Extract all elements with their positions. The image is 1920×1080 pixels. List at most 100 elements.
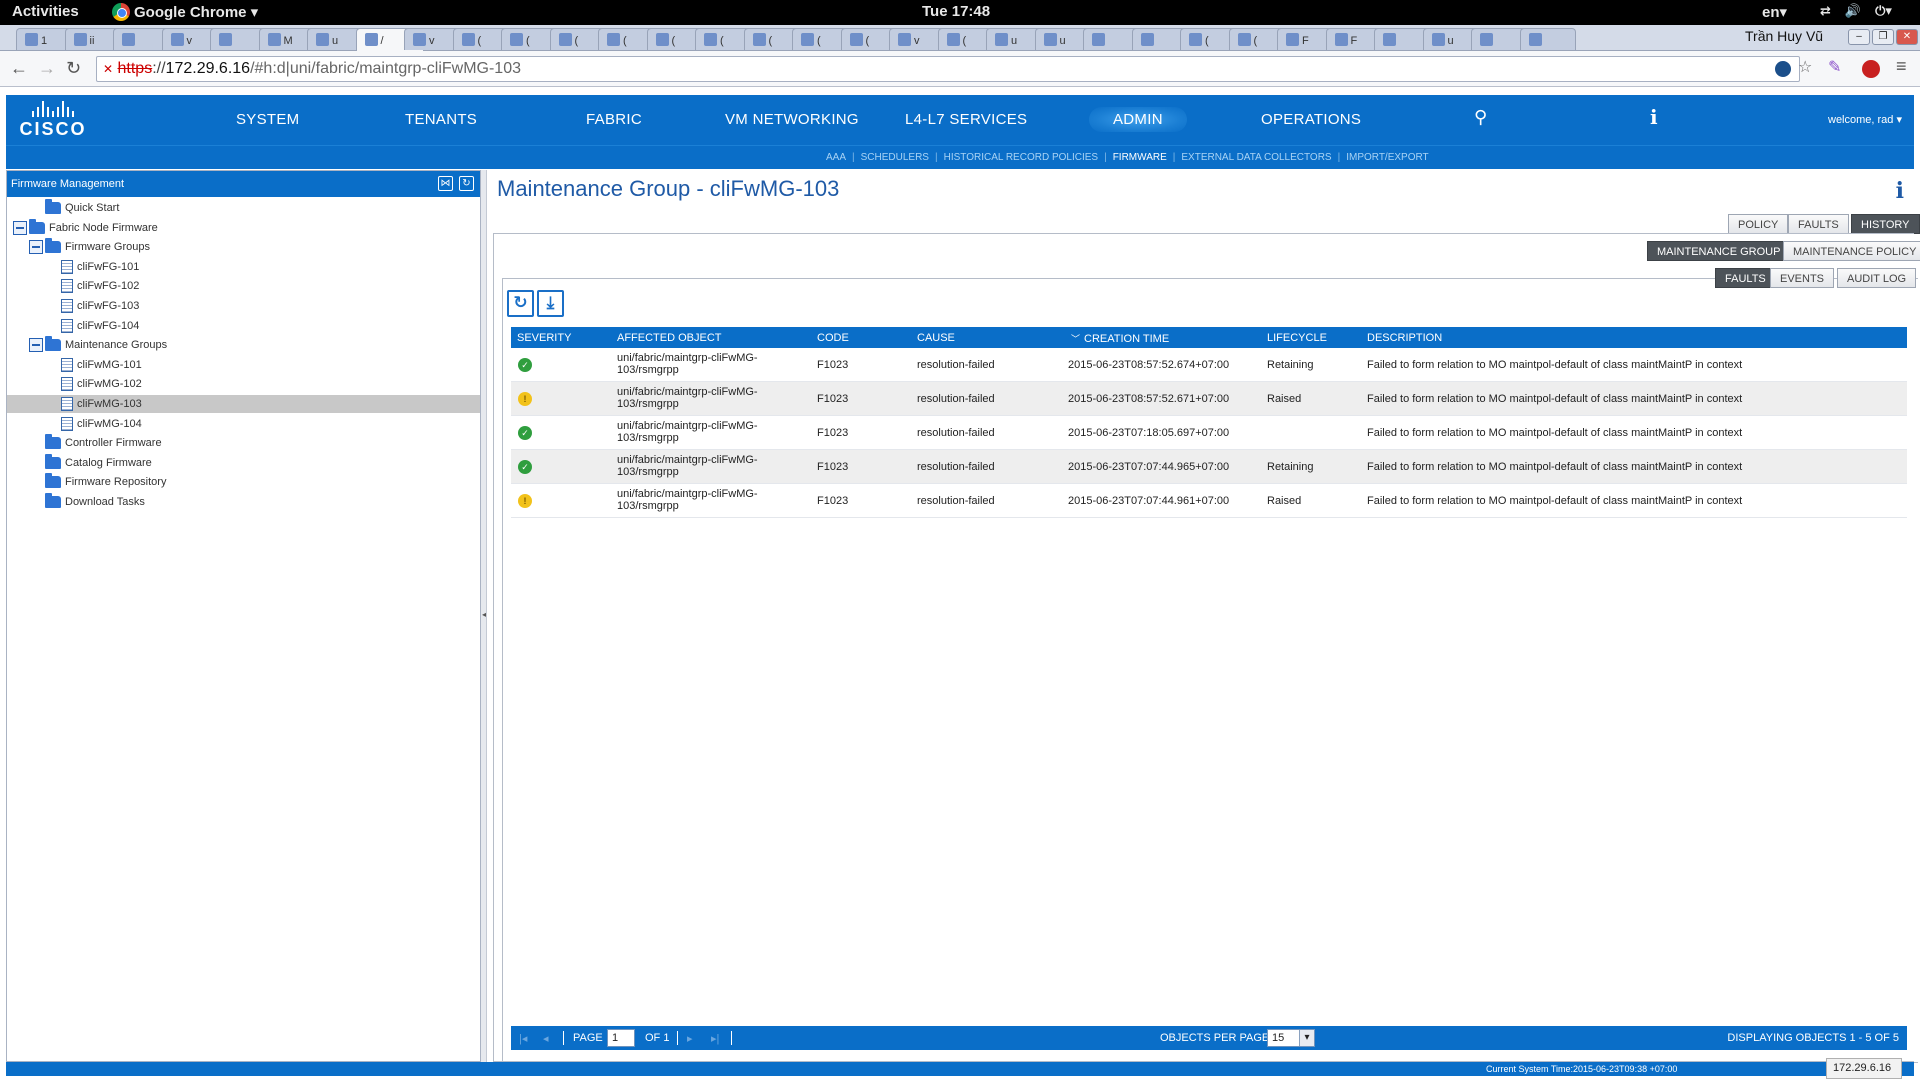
tab-maintenance-group[interactable]: MAINTENANCE GROUP (1647, 241, 1791, 261)
tree-item[interactable]: cliFwFG-104 (61, 317, 139, 335)
table-row[interactable]: ✓ uni/fabric/maintgrp-cliFwMG-103/rsmgrpp… (511, 416, 1907, 450)
extension-ip-icon[interactable] (1775, 61, 1791, 77)
tab-events[interactable]: EVENTS (1770, 268, 1835, 288)
nav-tenants[interactable]: TENANTS (405, 111, 477, 128)
extension-record-icon[interactable] (1862, 60, 1880, 78)
minimize-icon[interactable]: – (1848, 29, 1870, 45)
next-page-icon[interactable]: ▸ (687, 1032, 693, 1045)
prev-page-icon[interactable]: ◂ (543, 1032, 549, 1045)
tree-item[interactable]: Firmware Groups (29, 238, 150, 256)
volume-icon[interactable]: 🔊 (1845, 3, 1861, 19)
collapse-arrow-icon[interactable]: ◂ (482, 610, 486, 619)
browser-tab[interactable] (1083, 28, 1139, 50)
browser-tab[interactable] (1519, 28, 1576, 50)
clock[interactable]: Tue 17:48 (922, 3, 990, 20)
forward-arrow-icon[interactable]: → (38, 58, 56, 79)
back-arrow-icon[interactable]: ← (10, 58, 28, 79)
tree-item[interactable]: cliFwMG-103 (7, 395, 480, 413)
insecure-icon[interactable]: ✕ (103, 62, 113, 76)
browser-tab[interactable] (210, 28, 266, 50)
browser-tab[interactable]: ( (695, 28, 751, 50)
tree-item[interactable]: cliFwFG-103 (61, 297, 139, 315)
browser-tab[interactable]: ( (501, 28, 557, 50)
nav-fabric[interactable]: FABRIC (586, 111, 642, 128)
tree-item[interactable]: Quick Start (45, 199, 119, 217)
browser-tab[interactable]: ( (792, 28, 848, 50)
restore-icon[interactable]: ❐ (1872, 29, 1894, 45)
page-info-icon[interactable]: i (1896, 178, 1904, 204)
table-row[interactable]: ✓ uni/fabric/maintgrp-cliFwMG-103/rsmgrpp… (511, 348, 1907, 382)
reload-icon[interactable]: ↻ (66, 58, 81, 79)
power-icon[interactable]: ⏻▾ (1875, 3, 1892, 19)
col-lifecycle[interactable]: LIFECYCLE (1267, 332, 1327, 344)
col-cause[interactable]: CAUSE (917, 332, 955, 344)
col-code[interactable]: CODE (817, 332, 849, 344)
app-menu[interactable]: Google Chrome ▾ (112, 3, 258, 21)
tree-item[interactable]: cliFwMG-101 (61, 356, 142, 374)
system-tray[interactable]: ⇄ 🔊 ⏻▾ (1820, 3, 1892, 19)
browser-tab[interactable]: ( (1180, 28, 1236, 50)
col-description[interactable]: DESCRIPTION (1367, 332, 1442, 344)
subnav-firmware[interactable]: FIRMWARE (1113, 152, 1167, 163)
browser-tab[interactable]: u (986, 28, 1042, 50)
table-row[interactable]: ✓ uni/fabric/maintgrp-cliFwMG-103/rsmgrpp… (511, 450, 1907, 484)
tab-policy[interactable]: POLICY (1728, 214, 1789, 234)
page-number-input[interactable]: 1 (607, 1029, 635, 1047)
tree-item[interactable]: Firmware Repository (45, 473, 166, 491)
collapse-toggle-icon[interactable] (29, 338, 43, 353)
tree-item[interactable]: cliFwMG-104 (61, 415, 142, 433)
nav-l4-l7-services[interactable]: L4-L7 SERVICES (905, 111, 1027, 128)
nav-system[interactable]: SYSTEM (236, 111, 299, 128)
last-page-icon[interactable]: ▸| (711, 1032, 719, 1045)
subnav-aaa[interactable]: AAA (826, 152, 846, 163)
tree-item[interactable]: Maintenance Groups (29, 336, 167, 354)
nav-vm-networking[interactable]: VM NETWORKING (725, 111, 859, 128)
table-row[interactable]: ! uni/fabric/maintgrp-cliFwMG-103/rsmgrpp… (511, 484, 1907, 518)
tree-item[interactable]: Controller Firmware (45, 434, 162, 452)
tab-history[interactable]: HISTORY (1851, 214, 1920, 234)
browser-tab[interactable]: F (1277, 28, 1333, 50)
collapse-toggle-icon[interactable] (29, 240, 43, 255)
browser-tab[interactable] (1471, 28, 1527, 50)
browser-tab[interactable] (113, 28, 169, 50)
browser-profile-name[interactable]: Trần Huy Vũ (1745, 28, 1823, 44)
close-icon[interactable]: ✕ (1896, 29, 1918, 45)
table-row[interactable]: ! uni/fabric/maintgrp-cliFwMG-103/rsmgrpp… (511, 382, 1907, 416)
bookmark-star-icon[interactable]: ☆ (1798, 57, 1812, 77)
browser-tab[interactable] (1374, 28, 1430, 50)
tree-item[interactable]: cliFwFG-101 (61, 258, 139, 276)
nav-admin[interactable]: ADMIN (1089, 107, 1187, 132)
keyboard-layout-menu[interactable]: en▾ (1762, 3, 1787, 21)
col-affected-object[interactable]: AFFECTED OBJECT (617, 332, 722, 344)
network-icon[interactable]: ⇄ (1820, 3, 1831, 19)
nav-operations[interactable]: OPERATIONS (1261, 111, 1361, 128)
browser-tab[interactable]: ( (598, 28, 654, 50)
pane-splitter[interactable]: ◂ (481, 170, 487, 1062)
browser-tab[interactable]: u (307, 28, 363, 50)
cisco-logo[interactable]: CISCO (18, 101, 88, 141)
download-icon[interactable]: ⤓ (537, 290, 564, 317)
objects-per-page-select[interactable]: 15 (1267, 1029, 1315, 1047)
search-icon[interactable]: ⚲ (1474, 107, 1487, 128)
help-info-icon[interactable]: i (1650, 105, 1658, 129)
col-creation-time[interactable]: ﹀ CREATION TIME (1071, 332, 1169, 345)
collapse-toggle-icon[interactable] (13, 220, 27, 235)
extension-pen-icon[interactable]: ✎ (1828, 57, 1841, 77)
subnav-historical-record-policies[interactable]: HISTORICAL RECORD POLICIES (944, 152, 1098, 163)
first-page-icon[interactable]: |◂ (519, 1032, 527, 1045)
tree-item[interactable]: Fabric Node Firmware (13, 218, 158, 237)
tree-item[interactable]: cliFwFG-102 (61, 277, 139, 295)
tree-options-icon[interactable]: ⋈ (438, 176, 453, 191)
user-menu[interactable]: welcome, rad ▾ (1828, 113, 1902, 126)
tree-item[interactable]: Download Tasks (45, 493, 145, 511)
activities-button[interactable]: Activities (12, 3, 79, 20)
col-severity[interactable]: SEVERITY (517, 332, 571, 344)
tree-item[interactable]: Catalog Firmware (45, 453, 152, 472)
tab-maintenance-policy[interactable]: MAINTENANCE POLICY (1783, 241, 1920, 261)
subnav-schedulers[interactable]: SCHEDULERS (861, 152, 929, 163)
tree-item[interactable]: cliFwMG-102 (61, 375, 142, 393)
browser-tab[interactable]: v (889, 28, 945, 50)
address-bar[interactable]: ✕ https://172.29.6.16/#h:d|uni/fabric/ma… (96, 56, 1800, 82)
subnav-import-export[interactable]: IMPORT/EXPORT (1346, 152, 1428, 163)
browser-tab[interactable]: v (404, 28, 460, 50)
